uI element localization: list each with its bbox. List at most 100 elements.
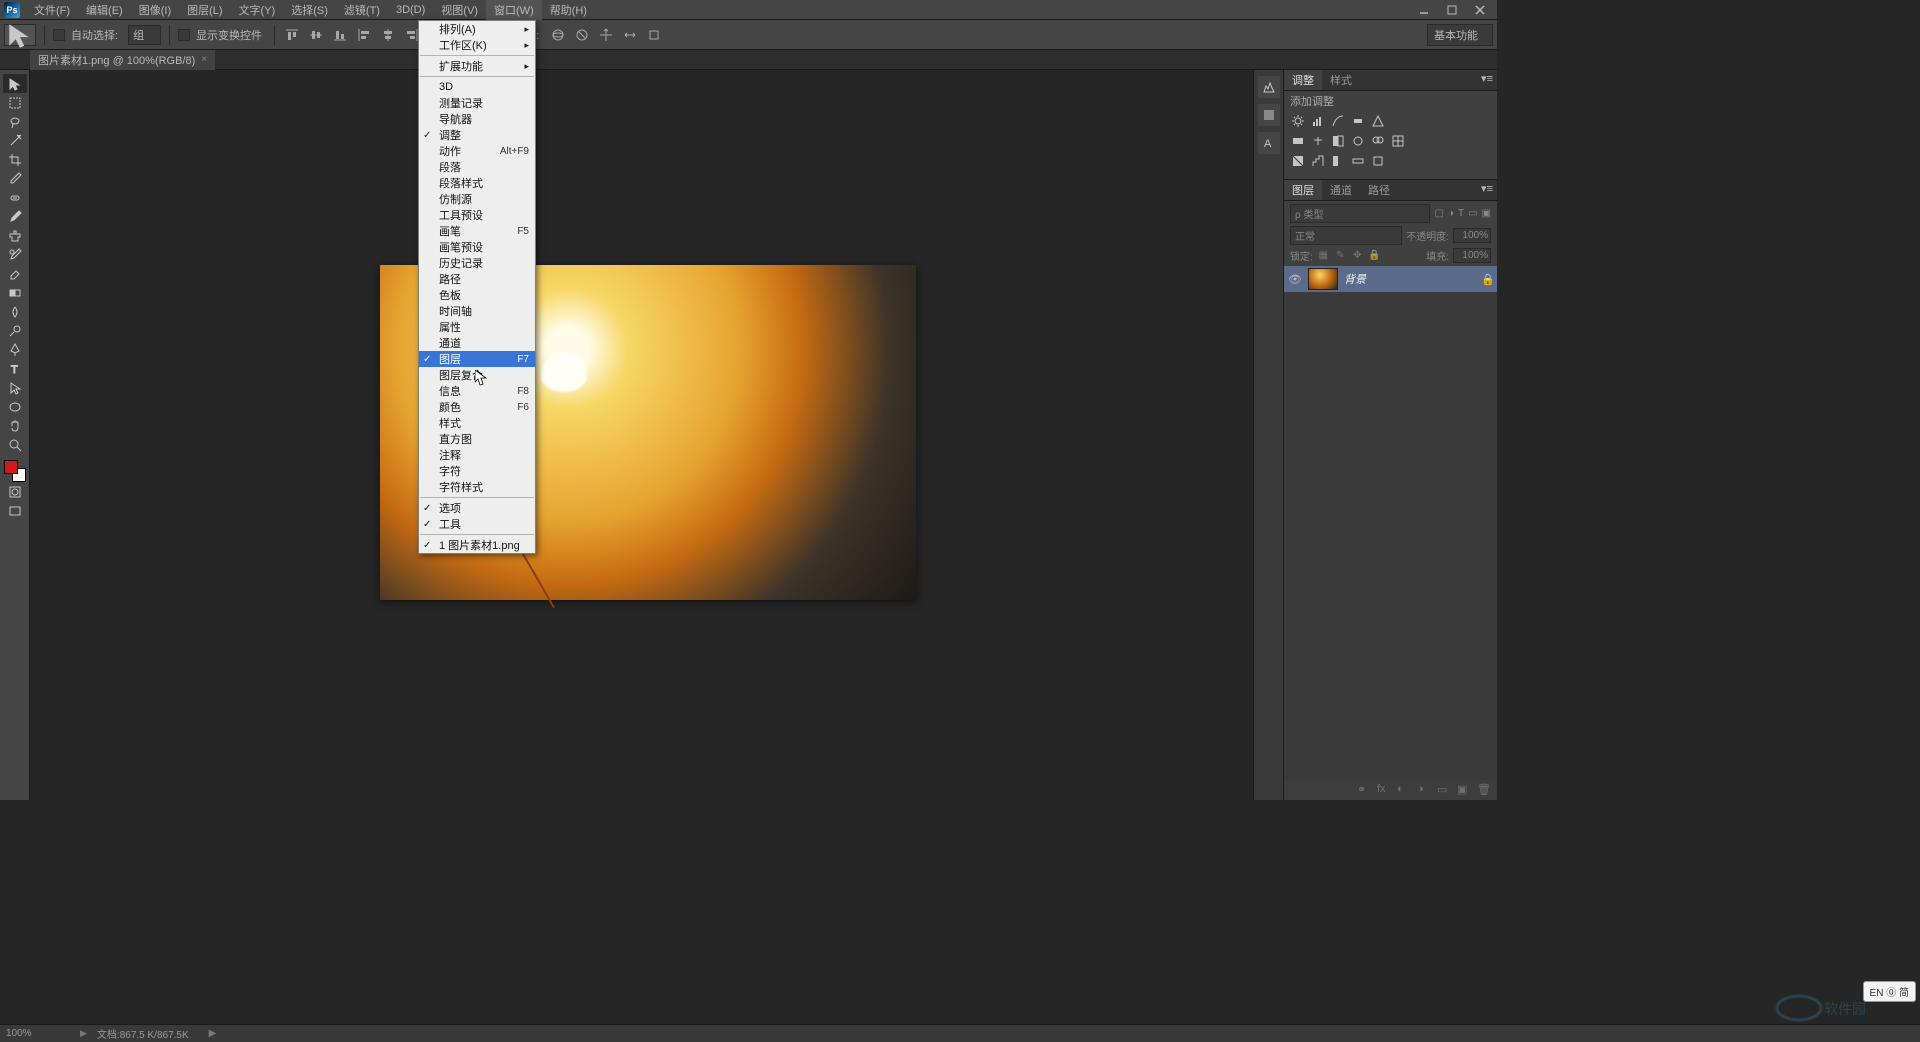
tab-channels[interactable]: 通道 bbox=[1322, 180, 1360, 200]
menu-file[interactable]: 文件(F) bbox=[26, 0, 78, 20]
menu-item-11png[interactable]: ✓1 图片素材1.png bbox=[419, 537, 535, 553]
menu-item-[interactable]: 动作Alt+F9 bbox=[419, 143, 535, 159]
auto-select-dropdown[interactable]: 组 bbox=[128, 25, 161, 45]
align-hcenter-icon[interactable] bbox=[379, 26, 397, 44]
menu-item-[interactable]: 颜色F6 bbox=[419, 399, 535, 415]
filter-shape-icon[interactable]: ▭ bbox=[1468, 208, 1477, 219]
brush-tool[interactable] bbox=[3, 207, 27, 226]
3d-orbit-icon[interactable] bbox=[549, 26, 567, 44]
workspace-switcher[interactable]: 基本功能 bbox=[1427, 24, 1493, 46]
screenmode-tool[interactable] bbox=[3, 501, 27, 520]
channel-mixer-icon[interactable] bbox=[1370, 133, 1386, 149]
layer-fx-icon[interactable]: fx bbox=[1377, 783, 1391, 797]
menu-item-[interactable]: 段落 bbox=[419, 159, 535, 175]
align-bottom-icon[interactable] bbox=[331, 26, 349, 44]
clone-stamp-tool[interactable] bbox=[3, 226, 27, 245]
selective-color-icon[interactable] bbox=[1370, 153, 1386, 169]
menu-item-K[interactable]: 工作区(K) bbox=[419, 37, 535, 53]
filter-smart-icon[interactable]: ▣ bbox=[1482, 208, 1491, 219]
blur-tool[interactable] bbox=[3, 302, 27, 321]
lookup-icon[interactable] bbox=[1390, 133, 1406, 149]
dodge-tool[interactable] bbox=[3, 321, 27, 340]
menu-item-[interactable]: 图层复合 bbox=[419, 367, 535, 383]
photo-filter-icon[interactable] bbox=[1350, 133, 1366, 149]
eraser-tool[interactable] bbox=[3, 264, 27, 283]
menu-item-[interactable]: 路径 bbox=[419, 271, 535, 287]
pen-tool[interactable] bbox=[3, 340, 27, 359]
curves-icon[interactable] bbox=[1330, 113, 1346, 129]
new-adjustment-icon[interactable]: ◑ bbox=[1417, 783, 1431, 797]
layer-thumbnail[interactable] bbox=[1308, 268, 1338, 290]
menu-filter[interactable]: 滤镜(T) bbox=[336, 0, 388, 20]
threshold-icon[interactable] bbox=[1330, 153, 1346, 169]
layer-filter-type[interactable]: ρ 类型 bbox=[1290, 204, 1430, 223]
menu-3d[interactable]: 3D(D) bbox=[388, 2, 433, 18]
history-brush-tool[interactable] bbox=[3, 245, 27, 264]
menu-item-[interactable]: 信息F8 bbox=[419, 383, 535, 399]
path-selection-tool[interactable] bbox=[3, 378, 27, 397]
window-maximize-button[interactable] bbox=[1439, 2, 1465, 18]
fill-field[interactable]: 100% bbox=[1453, 248, 1491, 263]
menu-item-[interactable]: 仿制源 bbox=[419, 191, 535, 207]
menu-item-[interactable]: 测量记录 bbox=[419, 95, 535, 111]
current-tool-indicator[interactable] bbox=[4, 24, 36, 46]
histogram-collapsed-icon[interactable] bbox=[1258, 76, 1280, 98]
exposure-icon[interactable] bbox=[1350, 113, 1366, 129]
menu-item-[interactable]: 画笔预设 bbox=[419, 239, 535, 255]
brightness-icon[interactable] bbox=[1290, 113, 1306, 129]
window-minimize-button[interactable] bbox=[1411, 2, 1437, 18]
lock-all-icon[interactable]: 🔒 bbox=[1368, 249, 1381, 262]
posterize-icon[interactable] bbox=[1310, 153, 1326, 169]
zoom-level[interactable]: 100% bbox=[6, 1028, 66, 1039]
menu-item-[interactable]: 属性 bbox=[419, 319, 535, 335]
healing-brush-tool[interactable] bbox=[3, 188, 27, 207]
filter-type-icon[interactable]: T bbox=[1458, 208, 1464, 219]
zoom-tool[interactable] bbox=[3, 435, 27, 454]
tab-paths[interactable]: 路径 bbox=[1360, 180, 1398, 200]
menu-item-[interactable]: 直方图 bbox=[419, 431, 535, 447]
close-icon[interactable]: × bbox=[201, 54, 207, 65]
menu-item-[interactable]: 段落样式 bbox=[419, 175, 535, 191]
menu-image[interactable]: 图像(I) bbox=[131, 0, 179, 20]
menu-item-[interactable]: 注释 bbox=[419, 447, 535, 463]
magic-wand-tool[interactable] bbox=[3, 131, 27, 150]
layer-mask-icon[interactable]: ◐ bbox=[1397, 783, 1411, 797]
menu-item-[interactable]: ✓图层F7 bbox=[419, 351, 535, 367]
menu-window[interactable]: 窗口(W) bbox=[486, 0, 542, 20]
menu-item-[interactable]: 样式 bbox=[419, 415, 535, 431]
auto-select-checkbox[interactable] bbox=[53, 29, 65, 41]
show-transform-checkbox[interactable] bbox=[178, 29, 190, 41]
panel-menu-icon[interactable]: ▾≡ bbox=[1477, 180, 1497, 200]
marquee-tool[interactable] bbox=[3, 93, 27, 112]
lock-position-icon[interactable]: ✥ bbox=[1351, 249, 1364, 262]
canvas-area[interactable] bbox=[30, 70, 1253, 800]
menu-item-[interactable]: 字符 bbox=[419, 463, 535, 479]
hand-tool[interactable] bbox=[3, 416, 27, 435]
new-group-icon[interactable]: ▭ bbox=[1437, 783, 1451, 797]
move-tool[interactable] bbox=[3, 74, 27, 93]
zoom-tri-icon[interactable]: ▶ bbox=[80, 1028, 87, 1039]
opacity-field[interactable]: 100% bbox=[1453, 228, 1491, 243]
menu-item-[interactable]: ✓调整 bbox=[419, 127, 535, 143]
menu-item-[interactable]: 色板 bbox=[419, 287, 535, 303]
tab-styles[interactable]: 样式 bbox=[1322, 70, 1360, 90]
eyedropper-tool[interactable] bbox=[3, 169, 27, 188]
quickmask-tool[interactable] bbox=[3, 482, 27, 501]
invert-icon[interactable] bbox=[1290, 153, 1306, 169]
menu-item-3D[interactable]: 3D bbox=[419, 79, 535, 95]
hue-icon[interactable] bbox=[1290, 133, 1306, 149]
new-layer-icon[interactable]: ▣ bbox=[1457, 783, 1471, 797]
type-tool[interactable]: T bbox=[3, 359, 27, 378]
menu-help[interactable]: 帮助(H) bbox=[542, 0, 595, 20]
document-tab[interactable]: 图片素材1.png @ 100%(RGB/8) × bbox=[30, 50, 215, 70]
panel-menu-icon[interactable]: ▾≡ bbox=[1477, 70, 1497, 90]
menu-view[interactable]: 视图(V) bbox=[433, 0, 486, 20]
layer-row[interactable]: 👁 背景 🔒 bbox=[1284, 266, 1497, 292]
color-collapsed-icon[interactable] bbox=[1258, 104, 1280, 126]
3d-slide-icon[interactable] bbox=[621, 26, 639, 44]
crop-tool[interactable] bbox=[3, 150, 27, 169]
vibrance-icon[interactable] bbox=[1370, 113, 1386, 129]
menu-item-A[interactable]: 排列(A) bbox=[419, 21, 535, 37]
menu-type[interactable]: 文字(Y) bbox=[231, 0, 284, 20]
link-layers-icon[interactable]: ⚭ bbox=[1357, 783, 1371, 797]
